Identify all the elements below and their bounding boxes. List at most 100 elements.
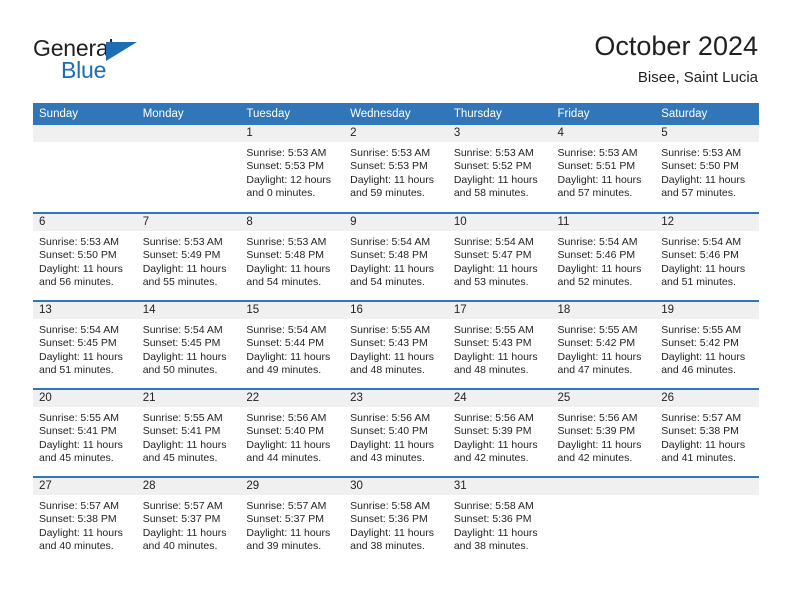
daylight-text-line2: and 50 minutes. <box>142 364 218 377</box>
day-number <box>136 125 241 142</box>
sunrise-text: Sunrise: 5:55 AM <box>350 324 431 336</box>
daylight-text-line1: Daylight: 11 hours <box>39 526 123 539</box>
day-cell[interactable]: 4 Sunrise: 5:53 AM Sunset: 5:51 PM Dayli… <box>551 125 656 213</box>
sunrise-text: Sunrise: 5:55 AM <box>453 324 534 336</box>
day-details: Sunrise: 5:54 AM Sunset: 5:47 PM Dayligh… <box>448 231 552 290</box>
day-cell[interactable]: 23 Sunrise: 5:56 AM Sunset: 5:40 PM Dayl… <box>344 388 448 477</box>
day-cell[interactable]: 14 Sunrise: 5:54 AM Sunset: 5:45 PM Dayl… <box>136 300 241 389</box>
day-details: Sunrise: 5:56 AM Sunset: 5:40 PM Dayligh… <box>344 407 448 466</box>
daylight-text-line1: Daylight: 11 hours <box>246 262 331 275</box>
sunrise-text: Sunrise: 5:53 AM <box>142 236 223 248</box>
day-details: Sunrise: 5:53 AM Sunset: 5:53 PM Dayligh… <box>240 142 344 201</box>
sunrise-text: Sunrise: 5:57 AM <box>661 412 742 424</box>
day-number: 28 <box>136 478 241 495</box>
daylight-text-line1: Daylight: 11 hours <box>453 262 538 275</box>
day-cell <box>33 125 137 213</box>
day-cell[interactable]: 5 Sunrise: 5:53 AM Sunset: 5:50 PM Dayli… <box>655 125 759 213</box>
day-number: 5 <box>655 125 759 142</box>
sunrise-text: Sunrise: 5:58 AM <box>350 500 431 512</box>
day-number: 16 <box>344 302 448 319</box>
daylight-text-line2: and 43 minutes. <box>350 452 425 465</box>
day-details: Sunrise: 5:53 AM Sunset: 5:51 PM Dayligh… <box>552 142 656 201</box>
day-details: Sunrise: 5:57 AM Sunset: 5:37 PM Dayligh… <box>240 495 344 554</box>
sunrise-text: Sunrise: 5:58 AM <box>453 500 534 512</box>
day-cell[interactable]: 25 Sunrise: 5:56 AM Sunset: 5:39 PM Dayl… <box>551 388 656 477</box>
daylight-text-line2: and 38 minutes. <box>453 540 529 553</box>
day-details: Sunrise: 5:53 AM Sunset: 5:52 PM Dayligh… <box>448 142 552 201</box>
sunrise-text: Sunrise: 5:54 AM <box>661 236 742 248</box>
sunset-text: Sunset: 5:44 PM <box>246 337 325 350</box>
sunset-text: Sunset: 5:37 PM <box>246 513 325 526</box>
daylight-text-line1: Daylight: 11 hours <box>557 438 642 451</box>
day-cell[interactable]: 3 Sunrise: 5:53 AM Sunset: 5:52 PM Dayli… <box>447 125 552 213</box>
daylight-text-line2: and 56 minutes. <box>39 276 114 289</box>
day-details: Sunrise: 5:54 AM Sunset: 5:48 PM Dayligh… <box>344 231 448 290</box>
day-number <box>551 478 656 495</box>
day-cell[interactable]: 10 Sunrise: 5:54 AM Sunset: 5:47 PM Dayl… <box>447 212 552 301</box>
daylight-text-line2: and 42 minutes. <box>453 452 529 465</box>
day-number: 17 <box>447 302 552 319</box>
day-cell[interactable]: 1 Sunrise: 5:53 AM Sunset: 5:53 PM Dayli… <box>240 125 345 213</box>
sunrise-sunset-calendar-table: Sunday Monday Tuesday Wednesday Thursday… <box>33 103 759 565</box>
day-details: Sunrise: 5:53 AM Sunset: 5:49 PM Dayligh… <box>137 231 241 290</box>
week-row: 20 Sunrise: 5:55 AM Sunset: 5:41 PM Dayl… <box>33 388 759 477</box>
day-number: 25 <box>551 390 656 407</box>
daylight-text-line1: Daylight: 11 hours <box>246 350 331 363</box>
day-cell[interactable]: 22 Sunrise: 5:56 AM Sunset: 5:40 PM Dayl… <box>240 388 345 477</box>
day-details: Sunrise: 5:54 AM Sunset: 5:45 PM Dayligh… <box>137 319 241 378</box>
sunrise-text: Sunrise: 5:54 AM <box>350 236 431 248</box>
daylight-text-line2: and 52 minutes. <box>557 276 633 289</box>
generalblue-logo[interactable]: General Blue <box>33 36 153 83</box>
day-cell[interactable]: 2 Sunrise: 5:53 AM Sunset: 5:53 PM Dayli… <box>344 125 448 213</box>
sunrise-text: Sunrise: 5:55 AM <box>557 324 638 336</box>
day-cell[interactable]: 18 Sunrise: 5:55 AM Sunset: 5:42 PM Dayl… <box>551 300 656 389</box>
page-header: General Blue October 2024 Bisee, Saint L… <box>0 0 792 103</box>
weekday-header-tuesday: Tuesday <box>240 103 345 125</box>
daylight-text-line1: Daylight: 11 hours <box>453 526 538 539</box>
day-number: 9 <box>344 214 448 231</box>
sunset-text: Sunset: 5:50 PM <box>39 249 117 262</box>
day-cell[interactable]: 17 Sunrise: 5:55 AM Sunset: 5:43 PM Dayl… <box>447 300 552 389</box>
day-cell[interactable]: 19 Sunrise: 5:55 AM Sunset: 5:42 PM Dayl… <box>655 300 759 389</box>
day-cell[interactable]: 8 Sunrise: 5:53 AM Sunset: 5:48 PM Dayli… <box>240 212 345 301</box>
day-cell[interactable]: 6 Sunrise: 5:53 AM Sunset: 5:50 PM Dayli… <box>33 212 137 301</box>
day-cell[interactable]: 13 Sunrise: 5:54 AM Sunset: 5:45 PM Dayl… <box>33 300 137 389</box>
daylight-text-line1: Daylight: 11 hours <box>350 350 434 363</box>
day-cell[interactable]: 24 Sunrise: 5:56 AM Sunset: 5:39 PM Dayl… <box>447 388 552 477</box>
sunrise-text: Sunrise: 5:53 AM <box>661 147 742 159</box>
week-row: 13 Sunrise: 5:54 AM Sunset: 5:45 PM Dayl… <box>33 300 759 389</box>
day-cell[interactable]: 27 Sunrise: 5:57 AM Sunset: 5:38 PM Dayl… <box>33 476 137 565</box>
day-details: Sunrise: 5:54 AM Sunset: 5:44 PM Dayligh… <box>240 319 344 378</box>
day-details: Sunrise: 5:55 AM Sunset: 5:41 PM Dayligh… <box>33 407 137 466</box>
calendar-page: General Blue October 2024 Bisee, Saint L… <box>0 0 792 612</box>
day-details: Sunrise: 5:54 AM Sunset: 5:46 PM Dayligh… <box>552 231 656 290</box>
day-cell[interactable]: 15 Sunrise: 5:54 AM Sunset: 5:44 PM Dayl… <box>240 300 345 389</box>
day-cell[interactable]: 26 Sunrise: 5:57 AM Sunset: 5:38 PM Dayl… <box>655 388 759 477</box>
day-cell[interactable]: 29 Sunrise: 5:57 AM Sunset: 5:37 PM Dayl… <box>240 476 345 565</box>
day-cell[interactable]: 12 Sunrise: 5:54 AM Sunset: 5:46 PM Dayl… <box>655 212 759 301</box>
day-cell[interactable]: 16 Sunrise: 5:55 AM Sunset: 5:43 PM Dayl… <box>344 300 448 389</box>
sunset-text: Sunset: 5:46 PM <box>557 249 636 262</box>
day-cell[interactable]: 7 Sunrise: 5:53 AM Sunset: 5:49 PM Dayli… <box>136 212 241 301</box>
sunrise-text: Sunrise: 5:54 AM <box>142 324 223 336</box>
day-number: 21 <box>136 390 241 407</box>
day-cell[interactable]: 30 Sunrise: 5:58 AM Sunset: 5:36 PM Dayl… <box>344 476 448 565</box>
day-cell[interactable]: 28 Sunrise: 5:57 AM Sunset: 5:37 PM Dayl… <box>136 476 241 565</box>
day-cell[interactable]: 11 Sunrise: 5:54 AM Sunset: 5:46 PM Dayl… <box>551 212 656 301</box>
day-cell[interactable]: 21 Sunrise: 5:55 AM Sunset: 5:41 PM Dayl… <box>136 388 241 477</box>
sunrise-text: Sunrise: 5:54 AM <box>557 236 638 248</box>
logo-word-blue: Blue <box>61 57 107 83</box>
day-cell[interactable]: 20 Sunrise: 5:55 AM Sunset: 5:41 PM Dayl… <box>33 388 137 477</box>
page-title: October 2024 <box>594 31 758 61</box>
day-number: 4 <box>551 125 656 142</box>
day-cell[interactable]: 9 Sunrise: 5:54 AM Sunset: 5:48 PM Dayli… <box>344 212 448 301</box>
day-cell[interactable]: 31 Sunrise: 5:58 AM Sunset: 5:36 PM Dayl… <box>447 476 552 565</box>
daylight-text-line2: and 45 minutes. <box>39 452 114 465</box>
daylight-text-line2: and 49 minutes. <box>246 364 322 377</box>
day-details: Sunrise: 5:53 AM Sunset: 5:48 PM Dayligh… <box>240 231 344 290</box>
daylight-text-line2: and 41 minutes. <box>661 452 736 465</box>
day-details: Sunrise: 5:56 AM Sunset: 5:39 PM Dayligh… <box>552 407 656 466</box>
daylight-text-line1: Daylight: 11 hours <box>453 350 538 363</box>
day-number: 6 <box>33 214 137 231</box>
weekday-header-row: Sunday Monday Tuesday Wednesday Thursday… <box>33 103 759 125</box>
